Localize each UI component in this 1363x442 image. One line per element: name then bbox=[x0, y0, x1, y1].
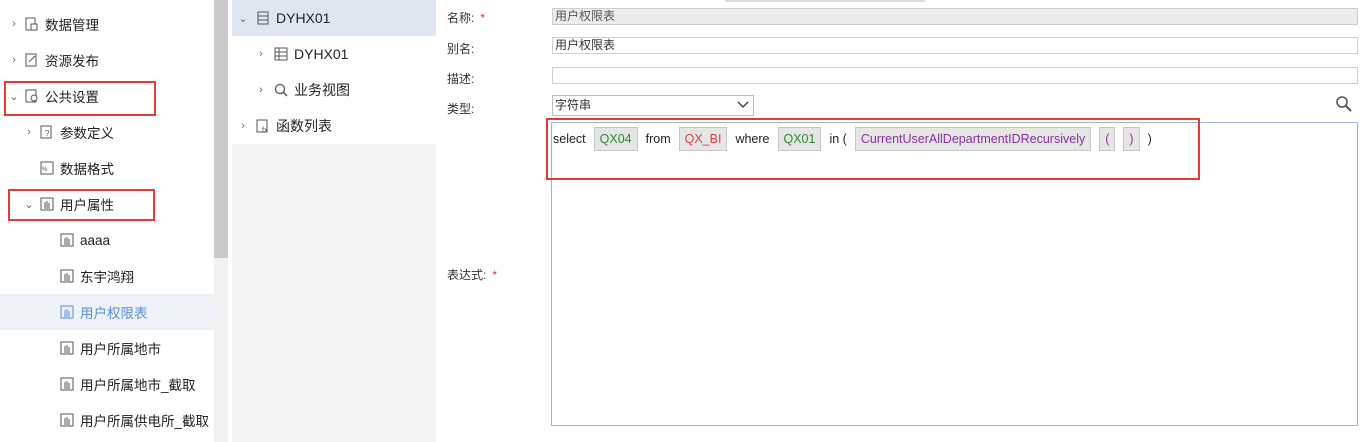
highlight-box-user-attribute bbox=[8, 189, 155, 221]
nav-item-user-permission-table[interactable]: 用户权限表 bbox=[0, 294, 214, 330]
type-select-value: 字符串 bbox=[555, 98, 592, 112]
mid-item-dyhx01[interactable]: › DYHX01 bbox=[232, 36, 436, 72]
nav-item-label: 数据格式 bbox=[60, 162, 114, 177]
top-divider bbox=[725, 0, 925, 2]
chevron-right-icon[interactable]: › bbox=[254, 48, 268, 60]
alias-label: 别名: bbox=[447, 42, 475, 56]
resource-publish-icon bbox=[25, 53, 37, 67]
highlight-box-public-settings bbox=[4, 81, 156, 116]
mid-item-dyhx01-root[interactable]: ⌄ DYHX01 bbox=[232, 0, 436, 36]
mid-item-label: 函数列表 bbox=[276, 118, 332, 134]
mid-item-label: DYHX01 bbox=[294, 46, 349, 62]
search-icon[interactable] bbox=[1335, 95, 1353, 113]
nav-item-dongyu[interactable]: 东宇鸿翔 bbox=[0, 258, 214, 294]
name-label-text: 名称: bbox=[447, 11, 475, 25]
nav-item-label: 数据管理 bbox=[45, 18, 99, 33]
app-root: › 数据管理 › 资源发布 ⌄ 公共设置 › ? 参数定义 % 数据格式 ⌄ 用… bbox=[0, 0, 1363, 442]
chevron-right-icon[interactable]: › bbox=[7, 18, 21, 30]
hand-icon bbox=[60, 377, 74, 391]
description-field[interactable] bbox=[552, 67, 1358, 84]
name-label: 名称: * bbox=[447, 9, 485, 26]
data-management-icon bbox=[25, 17, 38, 31]
nav-item-label: 用户所属地市 bbox=[80, 342, 161, 357]
chevron-right-icon[interactable]: › bbox=[254, 84, 268, 96]
nav-item-aaaa[interactable]: aaaa bbox=[0, 222, 214, 258]
mid-item-business-view[interactable]: › 业务视图 bbox=[232, 72, 436, 108]
nav-item-resource-publish[interactable]: › 资源发布 bbox=[0, 42, 214, 78]
nav-item-param-definition[interactable]: › ? 参数定义 bbox=[0, 114, 214, 150]
name-field[interactable]: 用户权限表 bbox=[552, 8, 1358, 25]
search-icon bbox=[274, 83, 288, 97]
table-icon bbox=[274, 47, 288, 61]
nav-item-label: 资源发布 bbox=[45, 54, 99, 69]
required-marker: * bbox=[492, 268, 498, 282]
data-format-icon: % bbox=[40, 161, 54, 175]
chevron-right-icon[interactable]: › bbox=[7, 54, 21, 66]
hand-icon bbox=[60, 233, 74, 247]
mid-item-label: DYHX01 bbox=[276, 10, 331, 26]
highlight-box-expression bbox=[546, 118, 1200, 180]
chevron-down-icon bbox=[737, 101, 749, 108]
hand-icon bbox=[60, 413, 74, 427]
chevron-right-icon[interactable]: › bbox=[236, 120, 250, 132]
type-label: 类型: bbox=[447, 102, 475, 116]
nav-item-user-city-truncated[interactable]: 用户所属地市_截取 bbox=[0, 366, 214, 402]
expression-label: 表达式: * bbox=[447, 266, 497, 283]
nav-item-data-format[interactable]: % 数据格式 bbox=[0, 150, 214, 186]
svg-text:?: ? bbox=[45, 129, 50, 138]
svg-text:%: % bbox=[42, 167, 48, 173]
mid-item-label: 业务视图 bbox=[294, 82, 350, 98]
hand-icon bbox=[60, 341, 74, 355]
alias-field[interactable]: 用户权限表 bbox=[552, 37, 1358, 54]
nav-item-label: aaaa bbox=[80, 232, 111, 248]
chevron-right-icon[interactable]: › bbox=[22, 126, 36, 138]
description-label: 描述: bbox=[447, 72, 475, 86]
nav-item-label: 用户所属地市_截取 bbox=[80, 378, 196, 393]
nav-item-label: 参数定义 bbox=[60, 126, 114, 141]
nav-item-data-management[interactable]: › 数据管理 bbox=[0, 6, 214, 42]
nav-item-label: 用户所属供电所_截取 bbox=[80, 414, 210, 429]
function-icon: fx bbox=[256, 119, 268, 133]
required-marker: * bbox=[480, 11, 486, 25]
nav-item-user-city[interactable]: 用户所属地市 bbox=[0, 330, 214, 366]
expression-label-text: 表达式: bbox=[447, 268, 487, 282]
database-icon bbox=[257, 11, 269, 25]
hand-icon bbox=[60, 269, 74, 283]
nav-item-label: 东宇鸿翔 bbox=[80, 270, 134, 285]
nav-item-user-station-truncated[interactable]: 用户所属供电所_截取 bbox=[0, 402, 214, 438]
hand-icon bbox=[60, 305, 74, 319]
mid-item-function-list[interactable]: › fx 函数列表 bbox=[232, 108, 436, 144]
nav-scrollbar-thumb[interactable] bbox=[214, 0, 228, 258]
chevron-down-icon[interactable]: ⌄ bbox=[236, 12, 250, 25]
param-definition-icon: ? bbox=[40, 125, 52, 139]
type-select[interactable]: 字符串 bbox=[552, 95, 754, 116]
svg-text:fx: fx bbox=[262, 127, 268, 133]
nav-item-label: 用户权限表 bbox=[80, 306, 148, 321]
